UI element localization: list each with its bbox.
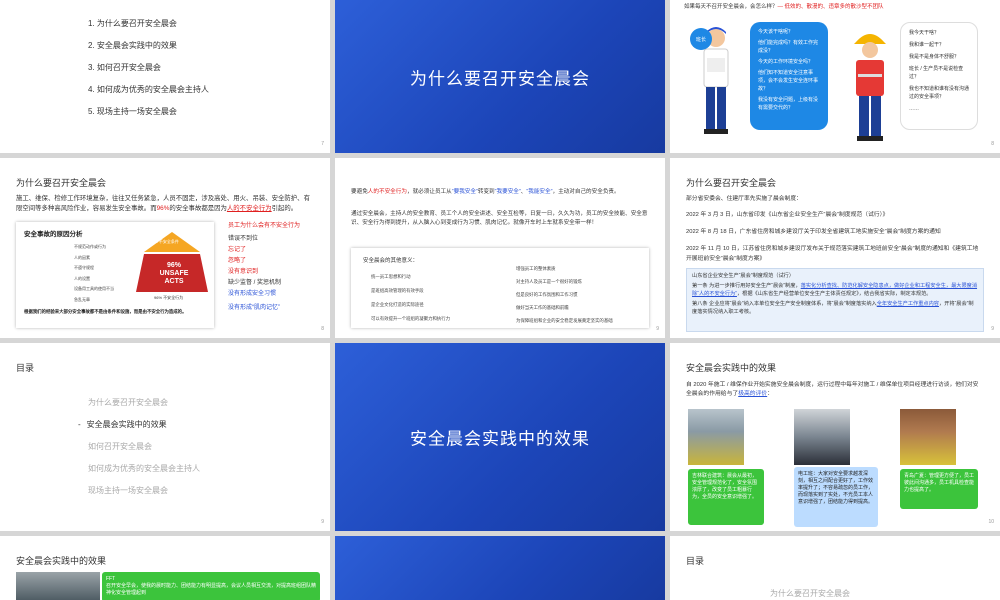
site-photo bbox=[794, 409, 850, 465]
slide-what-if[interactable]: 如果每天不召开安全晨会，会怎么样？— 低效的、散漫的、违章多的散沙型不团队 班长… bbox=[670, 0, 1000, 153]
testimonial-box: FFT 召开安全早会，使我的晨时能力、团结能力有明显提高，会议人员相互交流，对提… bbox=[102, 572, 320, 600]
toc-item[interactable]: 现场主持一场安全晨会 bbox=[88, 485, 200, 496]
para-1: 要避免人的不安全行为，就必须让员工从“要我安全”转变到“我要安全”、“我能安全”… bbox=[351, 189, 620, 195]
intro-paragraph: 施工、维保、检修工作环境复杂，往往又任务紧急，人员不固定，涉及高处、用火、吊装、… bbox=[16, 195, 310, 212]
para-2: 通过安全晨会，主持人的安全教育、员工个人的安全讲述、安全互检等，日复一日，久久为… bbox=[351, 211, 648, 226]
testimonial-box: 吉林联合建筑：晨会从最初，安全管理规范化了，安全氛围浓厚了，改变了员工粗暴行为，… bbox=[688, 469, 764, 525]
toc-item[interactable]: 1. 为什么要召开安全晨会 bbox=[88, 18, 209, 29]
leader-label-badge: 班长 bbox=[690, 28, 712, 50]
meaning-box: 安全晨会的其他意义： 统一员工思想和行动 是班组高效管理的有效手段 是企业文化打… bbox=[351, 248, 649, 328]
slide-toc-1[interactable]: 1. 为什么要召开安全晨会 2. 安全晨会实践中的效果 3. 如何召开安全晨会 … bbox=[0, 0, 330, 153]
page-number: 9 bbox=[656, 326, 659, 332]
page-number: 10 bbox=[988, 519, 994, 525]
reasons-title: 员工为什么会有不安全行为 bbox=[228, 223, 301, 229]
page-number: 7 bbox=[321, 141, 324, 147]
site-photo bbox=[16, 572, 100, 600]
reg-item: 2022 年 8 月 18 日，广东省住房和城乡建设厅关于印发全省建筑工地实施安… bbox=[686, 229, 941, 235]
cause-analysis-box: 安全事故的原因分析 不规范动作或行为 人的因素 不遵守规程 人的设置 设备用工具… bbox=[16, 222, 214, 328]
section-title: 为什么要召开安全晨会 bbox=[410, 69, 590, 88]
slide-title: 为什么要召开安全晨会 bbox=[686, 178, 777, 188]
pyramid-top-label: 4% 不安全条件 bbox=[152, 239, 179, 244]
testimonial-box: 电工班：大家对安全要求越发深刻，相互之间配合更好了，工作效率提升了；不容易疏忽的… bbox=[794, 467, 878, 527]
box-title: 安全事故的原因分析 bbox=[24, 231, 83, 238]
slide-title: 安全晨会实践中的效果 bbox=[16, 556, 107, 566]
toc-item[interactable]: 为什么要召开安全晨会 bbox=[88, 397, 200, 408]
toc-item[interactable]: 如何成为优秀的安全晨会主持人 bbox=[88, 463, 200, 474]
worker-figure bbox=[848, 30, 892, 146]
slide-effect-interviews[interactable]: 安全晨会实践中的效果 自 2020 年施工 / 维保作业开始实施安全晨会制度，运… bbox=[670, 343, 1000, 531]
leader-thought-bubble: 今天该干啥呢？ 他们能完成吗？有效工作完成没？ 今天的工作环境安全吗？ 他们知不… bbox=[750, 22, 828, 130]
slide-meaning[interactable]: 要避免人的不安全行为，就必须让员工从“要我安全”转变到“我要安全”、“我能安全”… bbox=[335, 158, 665, 338]
section-title: 安全晨会实践中的效果 bbox=[410, 429, 590, 449]
toc-item[interactable]: 如何召开安全晨会 bbox=[88, 441, 200, 452]
toc-item[interactable]: 5. 现场主持一场安全晨会 bbox=[88, 106, 209, 117]
slide-accident-causes[interactable]: 为什么要召开安全晨会 施工、维保、检修工作环境复杂，往往又任务紧急，人员不固定，… bbox=[0, 158, 330, 338]
toc-item[interactable]: 3. 如何召开安全晨会 bbox=[88, 62, 209, 73]
reg-item: 2022 年 11 月 10 日，江苏省住房和城乡建设厅发布关于规范落实建筑工地… bbox=[686, 246, 979, 262]
page-number: 8 bbox=[991, 141, 994, 147]
site-photo bbox=[688, 409, 744, 465]
slide-section-why[interactable]: 为什么要召开安全晨会 bbox=[335, 0, 665, 153]
toc-list: 为什么要召开安全晨会 - 安全晨会实践中的效果 如何召开安全晨会 如何成为优秀的安… bbox=[78, 397, 200, 507]
worker-thought-bubble: 我今天干啥？ 我和谁一起干？ 我是不是身体不舒服？ 班长 / 生产员不是说检查过… bbox=[900, 22, 978, 130]
toc-item[interactable]: 4. 如何成为优秀的安全晨会主持人 bbox=[88, 84, 209, 95]
page-number: 8 bbox=[321, 326, 324, 332]
intro-paragraph: 自 2020 年施工 / 维保作业开始实施安全晨会制度，运行过程中每年对施工 /… bbox=[686, 382, 979, 397]
toc-header: 目录 bbox=[16, 363, 35, 373]
toc-item[interactable]: 为什么要召开安全晨会 bbox=[770, 588, 850, 599]
slide-title: 为什么要召开安全晨会 bbox=[16, 178, 107, 188]
slide-regulations[interactable]: 为什么要召开安全晨会 部分省安委会、住建厅率先实施了晨会制度： 2022 年 3… bbox=[670, 158, 1000, 338]
box-note: 根据我们的经验来大部分安全事故都不是由条件和设施，而是由不安全行为造成的。 bbox=[24, 309, 187, 314]
slide-toc-2[interactable]: 目录 为什么要召开安全晨会 - 安全晨会实践中的效果 如何召开安全晨会 如何成为优… bbox=[0, 343, 330, 531]
site-photo bbox=[900, 409, 956, 465]
slide-toc-3[interactable]: 目录 为什么要召开安全晨会 bbox=[670, 536, 1000, 600]
slide-header: 如果每天不召开安全晨会，会怎么样？— 低效的、散漫的、违章多的散沙型不团队 bbox=[684, 4, 884, 10]
toc-item-active[interactable]: - 安全晨会实践中的效果 bbox=[78, 419, 200, 430]
toc-item[interactable]: 2. 安全晨会实践中的效果 bbox=[88, 40, 209, 51]
reg-item: 2022 年 3 月 3 日，山东省印发《山东省企业安全生产“晨会”制度规范（试… bbox=[686, 212, 889, 218]
reasons-panel: 员工为什么会有不安全行为 错误不到位 忘记了 忽略了 没有意识到 缺少监督 / … bbox=[228, 222, 320, 314]
toc-header: 目录 bbox=[686, 556, 705, 566]
regulation-quote-box: 山东省企业安全生产“晨会”制度规范（试行） 第一条 为进一步推行用好安全生产“晨… bbox=[686, 268, 984, 332]
slide-section-effect[interactable]: 安全晨会实践中的效果 bbox=[335, 343, 665, 531]
page-number: 9 bbox=[991, 326, 994, 332]
page-number: 9 bbox=[321, 519, 324, 525]
pyramid-mid-label: 96% UNSAFE ACTS bbox=[159, 262, 189, 285]
pyramid-bottom-label: 96% 不安全行为 bbox=[154, 295, 184, 300]
testimonial-box: 青岛广夏：管理更方便了，员工彼此间沟通多，员工机具检查能力也提高了。 bbox=[900, 469, 978, 509]
cause-list: 不规范动作或行为 人的因素 不遵守规程 人的设置 设备用工具的使用不当 急乱无章 bbox=[74, 244, 114, 302]
slide-section-blank[interactable] bbox=[335, 536, 665, 600]
slide-effect-2[interactable]: 安全晨会实践中的效果 FFT 召开安全早会，使我的晨时能力、团结能力有明显提高，… bbox=[0, 536, 330, 600]
reg-intro: 部分省安委会、住建厅率先实施了晨会制度： bbox=[686, 196, 802, 202]
slide-title: 安全晨会实践中的效果 bbox=[686, 363, 777, 373]
toc-list: 1. 为什么要召开安全晨会 2. 安全晨会实践中的效果 3. 如何召开安全晨会 … bbox=[88, 18, 209, 128]
